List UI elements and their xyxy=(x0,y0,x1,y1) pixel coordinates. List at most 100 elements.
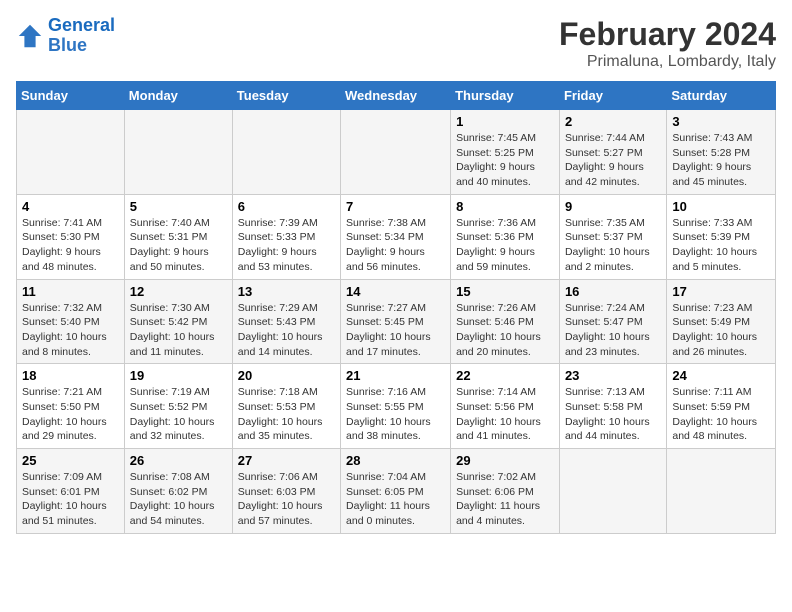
calendar-cell: 8 Sunrise: 7:36 AM Sunset: 5:36 PM Daylig… xyxy=(451,194,560,279)
day-number: 5 xyxy=(130,199,227,214)
day-info: Sunrise: 7:38 AM Sunset: 5:34 PM Dayligh… xyxy=(346,216,445,275)
day-info: Sunrise: 7:44 AM Sunset: 5:27 PM Dayligh… xyxy=(565,131,661,190)
calendar-week-row: 4 Sunrise: 7:41 AM Sunset: 5:30 PM Daylig… xyxy=(17,194,776,279)
day-number: 16 xyxy=(565,284,661,299)
day-number: 19 xyxy=(130,368,227,383)
calendar-cell xyxy=(124,110,232,195)
weekday-header-saturday: Saturday xyxy=(667,82,776,110)
calendar-cell xyxy=(667,449,776,534)
day-info: Sunrise: 7:16 AM Sunset: 5:55 PM Dayligh… xyxy=(346,385,445,444)
day-info: Sunrise: 7:41 AM Sunset: 5:30 PM Dayligh… xyxy=(22,216,119,275)
day-info: Sunrise: 7:45 AM Sunset: 5:25 PM Dayligh… xyxy=(456,131,554,190)
weekday-header-friday: Friday xyxy=(559,82,666,110)
calendar-cell: 9 Sunrise: 7:35 AM Sunset: 5:37 PM Daylig… xyxy=(559,194,666,279)
day-info: Sunrise: 7:27 AM Sunset: 5:45 PM Dayligh… xyxy=(346,301,445,360)
day-number: 4 xyxy=(22,199,119,214)
day-number: 11 xyxy=(22,284,119,299)
day-info: Sunrise: 7:09 AM Sunset: 6:01 PM Dayligh… xyxy=(22,470,119,529)
day-number: 9 xyxy=(565,199,661,214)
calendar-cell xyxy=(341,110,451,195)
day-info: Sunrise: 7:40 AM Sunset: 5:31 PM Dayligh… xyxy=(130,216,227,275)
calendar-cell: 17 Sunrise: 7:23 AM Sunset: 5:49 PM Dayli… xyxy=(667,279,776,364)
day-number: 20 xyxy=(238,368,335,383)
day-number: 21 xyxy=(346,368,445,383)
day-info: Sunrise: 7:19 AM Sunset: 5:52 PM Dayligh… xyxy=(130,385,227,444)
day-number: 14 xyxy=(346,284,445,299)
calendar-cell: 25 Sunrise: 7:09 AM Sunset: 6:01 PM Dayli… xyxy=(17,449,125,534)
calendar-cell: 24 Sunrise: 7:11 AM Sunset: 5:59 PM Dayli… xyxy=(667,364,776,449)
calendar-cell: 23Sunrise: 7:13 AM Sunset: 5:58 PM Dayli… xyxy=(559,364,666,449)
calendar-cell: 13Sunrise: 7:29 AM Sunset: 5:43 PM Dayli… xyxy=(232,279,340,364)
calendar-cell xyxy=(559,449,666,534)
calendar-cell: 26 Sunrise: 7:08 AM Sunset: 6:02 PM Dayli… xyxy=(124,449,232,534)
day-number: 3 xyxy=(672,114,770,129)
calendar-cell: 4 Sunrise: 7:41 AM Sunset: 5:30 PM Daylig… xyxy=(17,194,125,279)
day-number: 24 xyxy=(672,368,770,383)
header-area: General Blue February 2024 Primaluna, Lo… xyxy=(16,16,776,71)
calendar-cell: 16 Sunrise: 7:24 AM Sunset: 5:47 PM Dayli… xyxy=(559,279,666,364)
day-number: 25 xyxy=(22,453,119,468)
weekday-header-monday: Monday xyxy=(124,82,232,110)
day-info: Sunrise: 7:23 AM Sunset: 5:49 PM Dayligh… xyxy=(672,301,770,360)
day-number: 18 xyxy=(22,368,119,383)
weekday-header-wednesday: Wednesday xyxy=(341,82,451,110)
day-number: 23 xyxy=(565,368,661,383)
day-info: Sunrise: 7:26 AM Sunset: 5:46 PM Dayligh… xyxy=(456,301,554,360)
day-number: 29 xyxy=(456,453,554,468)
calendar-cell: 12 Sunrise: 7:30 AM Sunset: 5:42 PM Dayli… xyxy=(124,279,232,364)
calendar-cell: 1 Sunrise: 7:45 AM Sunset: 5:25 PM Daylig… xyxy=(451,110,560,195)
day-number: 8 xyxy=(456,199,554,214)
logo-icon xyxy=(16,22,44,50)
day-info: Sunrise: 7:43 AM Sunset: 5:28 PM Dayligh… xyxy=(672,131,770,190)
day-number: 12 xyxy=(130,284,227,299)
calendar-cell xyxy=(17,110,125,195)
day-info: Sunrise: 7:11 AM Sunset: 5:59 PM Dayligh… xyxy=(672,385,770,444)
day-number: 26 xyxy=(130,453,227,468)
day-number: 10 xyxy=(672,199,770,214)
calendar-cell: 14 Sunrise: 7:27 AM Sunset: 5:45 PM Dayli… xyxy=(341,279,451,364)
day-number: 27 xyxy=(238,453,335,468)
day-info: Sunrise: 7:33 AM Sunset: 5:39 PM Dayligh… xyxy=(672,216,770,275)
weekday-header-row: SundayMondayTuesdayWednesdayThursdayFrid… xyxy=(17,82,776,110)
calendar-cell: 28Sunrise: 7:04 AM Sunset: 6:05 PM Dayli… xyxy=(341,449,451,534)
calendar-cell: 10 Sunrise: 7:33 AM Sunset: 5:39 PM Dayli… xyxy=(667,194,776,279)
day-info: Sunrise: 7:32 AM Sunset: 5:40 PM Dayligh… xyxy=(22,301,119,360)
calendar-cell: 21 Sunrise: 7:16 AM Sunset: 5:55 PM Dayli… xyxy=(341,364,451,449)
day-number: 22 xyxy=(456,368,554,383)
weekday-header-tuesday: Tuesday xyxy=(232,82,340,110)
calendar-cell: 19 Sunrise: 7:19 AM Sunset: 5:52 PM Dayli… xyxy=(124,364,232,449)
calendar-cell: 2 Sunrise: 7:44 AM Sunset: 5:27 PM Daylig… xyxy=(559,110,666,195)
calendar-cell: 3 Sunrise: 7:43 AM Sunset: 5:28 PM Daylig… xyxy=(667,110,776,195)
weekday-header-thursday: Thursday xyxy=(451,82,560,110)
day-number: 7 xyxy=(346,199,445,214)
calendar-week-row: 1 Sunrise: 7:45 AM Sunset: 5:25 PM Daylig… xyxy=(17,110,776,195)
day-info: Sunrise: 7:30 AM Sunset: 5:42 PM Dayligh… xyxy=(130,301,227,360)
day-info: Sunrise: 7:29 AM Sunset: 5:43 PM Dayligh… xyxy=(238,301,335,360)
calendar-cell: 29 Sunrise: 7:02 AM Sunset: 6:06 PM Dayli… xyxy=(451,449,560,534)
day-info: Sunrise: 7:08 AM Sunset: 6:02 PM Dayligh… xyxy=(130,470,227,529)
calendar-cell: 22Sunrise: 7:14 AM Sunset: 5:56 PM Dayli… xyxy=(451,364,560,449)
day-info: Sunrise: 7:24 AM Sunset: 5:47 PM Dayligh… xyxy=(565,301,661,360)
day-info: Sunrise: 7:06 AM Sunset: 6:03 PM Dayligh… xyxy=(238,470,335,529)
day-info: Sunrise: 7:02 AM Sunset: 6:06 PM Dayligh… xyxy=(456,470,554,529)
calendar-table: SundayMondayTuesdayWednesdayThursdayFrid… xyxy=(16,81,776,534)
day-info: Sunrise: 7:04 AM Sunset: 6:05 PM Dayligh… xyxy=(346,470,445,529)
title-area: February 2024 Primaluna, Lombardy, Italy xyxy=(559,16,776,71)
main-title: February 2024 xyxy=(559,16,776,53)
calendar-cell: 11 Sunrise: 7:32 AM Sunset: 5:40 PM Dayli… xyxy=(17,279,125,364)
day-info: Sunrise: 7:21 AM Sunset: 5:50 PM Dayligh… xyxy=(22,385,119,444)
day-number: 2 xyxy=(565,114,661,129)
calendar-cell: 6Sunrise: 7:39 AM Sunset: 5:33 PM Daylig… xyxy=(232,194,340,279)
logo: General Blue xyxy=(16,16,115,56)
calendar-cell: 20 Sunrise: 7:18 AM Sunset: 5:53 PM Dayli… xyxy=(232,364,340,449)
logo-text: General Blue xyxy=(48,16,115,56)
day-number: 1 xyxy=(456,114,554,129)
subtitle: Primaluna, Lombardy, Italy xyxy=(559,53,776,71)
day-number: 17 xyxy=(672,284,770,299)
calendar-cell: 27 Sunrise: 7:06 AM Sunset: 6:03 PM Dayli… xyxy=(232,449,340,534)
calendar-cell xyxy=(232,110,340,195)
weekday-header-sunday: Sunday xyxy=(17,82,125,110)
day-info: Sunrise: 7:35 AM Sunset: 5:37 PM Dayligh… xyxy=(565,216,661,275)
day-info: Sunrise: 7:18 AM Sunset: 5:53 PM Dayligh… xyxy=(238,385,335,444)
day-info: Sunrise: 7:36 AM Sunset: 5:36 PM Dayligh… xyxy=(456,216,554,275)
